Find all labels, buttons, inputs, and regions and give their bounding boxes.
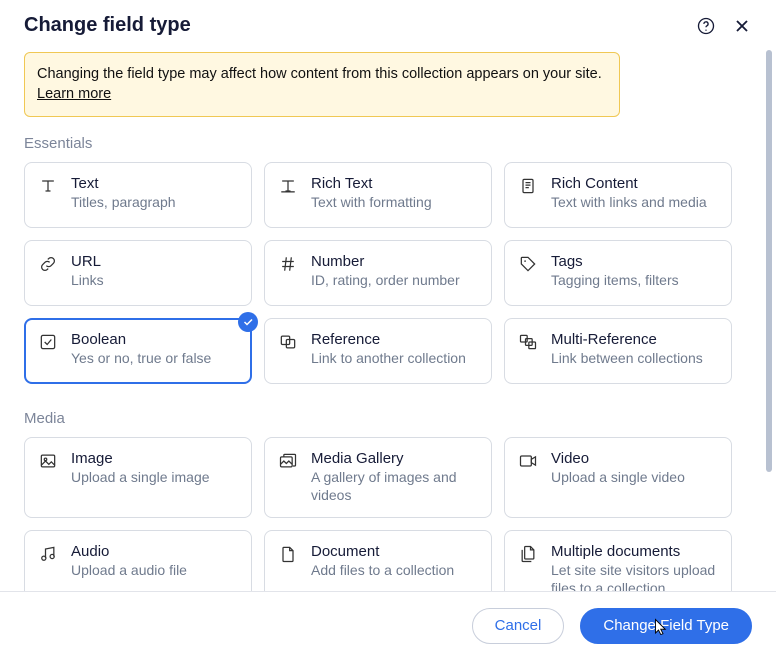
field-type-desc: Add files to a collection [311, 561, 479, 579]
dialog-footer: Cancel Change Field Type [0, 591, 776, 659]
section-label-essentials: Essentials [24, 135, 754, 152]
field-type-name: Image [71, 450, 239, 467]
field-type-name: Rich Content [551, 175, 719, 192]
reference-icon [277, 331, 299, 371]
cancel-button[interactable]: Cancel [472, 608, 565, 644]
field-type-rich-text[interactable]: Rich TextText with formatting [264, 162, 492, 228]
field-type-name: Reference [311, 331, 479, 348]
field-type-name: Text [71, 175, 239, 192]
field-type-name: Audio [71, 543, 239, 560]
field-type-desc: Titles, paragraph [71, 193, 239, 211]
field-type-desc: Link to another collection [311, 349, 479, 367]
text-icon [37, 175, 59, 215]
close-icon[interactable] [732, 16, 752, 36]
scrollbar-thumb[interactable] [766, 50, 772, 472]
field-type-desc: Upload a single image [71, 468, 239, 486]
field-type-audio[interactable]: AudioUpload a audio file [24, 530, 252, 592]
field-type-desc: Text with links and media [551, 193, 719, 211]
hash-icon [277, 253, 299, 293]
field-type-multiple-documents[interactable]: Multiple documentsLet site site visitors… [504, 530, 732, 592]
field-type-desc: Upload a single video [551, 468, 719, 486]
rich-text-icon [277, 175, 299, 215]
field-type-desc: Upload a audio file [71, 561, 239, 579]
field-type-media-gallery[interactable]: Media GalleryA gallery of images and vid… [264, 437, 492, 517]
selected-check-icon [238, 312, 258, 332]
dialog-header: Change field type [0, 0, 776, 47]
field-type-video[interactable]: VideoUpload a single video [504, 437, 732, 517]
field-type-document[interactable]: DocumentAdd files to a collection [264, 530, 492, 592]
field-type-image[interactable]: ImageUpload a single image [24, 437, 252, 517]
essentials-grid: TextTitles, paragraph Rich TextText with… [24, 162, 754, 384]
field-type-text[interactable]: TextTitles, paragraph [24, 162, 252, 228]
field-type-name: URL [71, 253, 239, 270]
section-label-media: Media [24, 410, 754, 427]
field-type-multi-reference[interactable]: Multi-ReferenceLink between collections [504, 318, 732, 384]
video-icon [517, 450, 539, 504]
field-type-desc: Links [71, 271, 239, 289]
field-type-name: Rich Text [311, 175, 479, 192]
field-type-name: Media Gallery [311, 450, 479, 467]
file-icon [277, 543, 299, 592]
content-scroll-area[interactable]: Changing the field type may affect how c… [0, 50, 762, 591]
audio-icon [37, 543, 59, 592]
field-type-name: Boolean [71, 331, 239, 348]
field-type-desc: Text with formatting [311, 193, 479, 211]
field-type-url[interactable]: URLLinks [24, 240, 252, 306]
learn-more-link[interactable]: Learn more [37, 86, 111, 102]
gallery-icon [277, 450, 299, 504]
image-icon [37, 450, 59, 504]
field-type-desc: Yes or no, true or false [71, 349, 239, 367]
field-type-rich-content[interactable]: Rich ContentText with links and media [504, 162, 732, 228]
checkbox-icon [37, 331, 59, 371]
field-type-name: Multi-Reference [551, 331, 719, 348]
field-type-desc: ID, rating, order number [311, 271, 479, 289]
dialog-title: Change field type [24, 14, 191, 37]
field-type-name: Number [311, 253, 479, 270]
files-icon [517, 543, 539, 592]
field-type-desc: Tagging items, filters [551, 271, 719, 289]
field-type-desc: Link between collections [551, 349, 719, 367]
link-icon [37, 253, 59, 293]
media-grid: ImageUpload a single image Media Gallery… [24, 437, 754, 591]
scrollbar[interactable] [766, 50, 772, 591]
change-field-type-button[interactable]: Change Field Type [580, 608, 752, 644]
field-type-name: Video [551, 450, 719, 467]
field-type-number[interactable]: NumberID, rating, order number [264, 240, 492, 306]
field-type-tags[interactable]: TagsTagging items, filters [504, 240, 732, 306]
tag-icon [517, 253, 539, 293]
field-type-desc: A gallery of images and videos [311, 468, 479, 504]
multi-reference-icon [517, 331, 539, 371]
field-type-name: Tags [551, 253, 719, 270]
field-type-boolean[interactable]: BooleanYes or no, true or false [24, 318, 252, 384]
field-type-name: Document [311, 543, 479, 560]
document-icon [517, 175, 539, 215]
field-type-reference[interactable]: ReferenceLink to another collection [264, 318, 492, 384]
change-field-type-dialog: Change field type Changing the field typ… [0, 0, 776, 659]
field-type-desc: Let site site visitors upload files to a… [551, 561, 719, 592]
field-type-name: Multiple documents [551, 543, 719, 560]
help-icon[interactable] [696, 16, 716, 36]
banner-text: Changing the field type may affect how c… [37, 66, 602, 102]
warning-banner: Changing the field type may affect how c… [24, 52, 620, 117]
